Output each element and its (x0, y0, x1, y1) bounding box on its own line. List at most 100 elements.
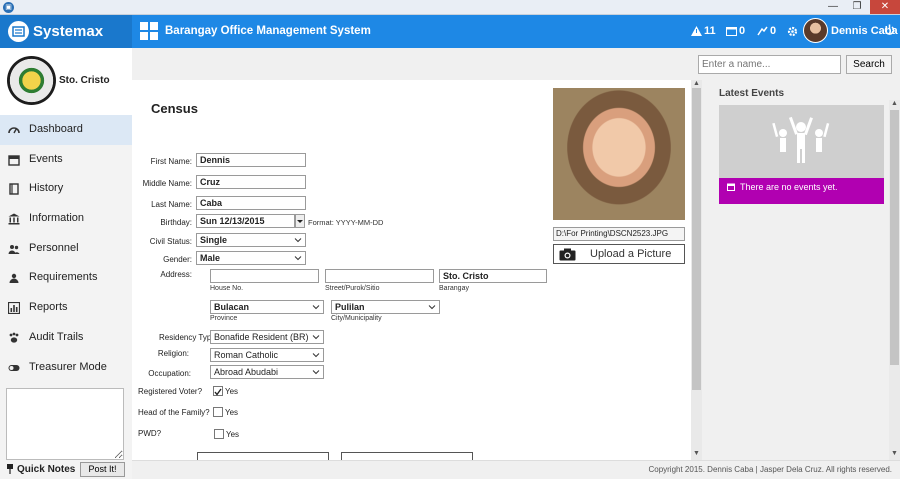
minimize-button[interactable]: — (822, 0, 844, 14)
users-icon (8, 244, 20, 254)
street-field[interactable] (325, 269, 434, 283)
search-button[interactable]: Search (846, 55, 892, 74)
sidebar-item-treasurer-mode[interactable]: Treasurer Mode (0, 353, 132, 383)
brand[interactable]: Systemax (0, 15, 132, 48)
form-section-box-left (197, 452, 329, 460)
system-title: Barangay Office Management System (165, 25, 371, 37)
sidebar-item-label: Personnel (29, 241, 79, 254)
checkmark-icon (214, 388, 222, 396)
head-of-family-label: Head of the Family? (138, 408, 210, 417)
photo-path-field[interactable]: D:\For Printing\DSCN2523.JPG (553, 227, 685, 241)
scroll-down-icon[interactable]: ▼ (890, 450, 899, 457)
sidebar-item-label: Requirements (29, 271, 98, 284)
crowd-icon (772, 116, 830, 163)
civil-status-label: Civil Status: (149, 237, 192, 246)
sidebar-item-label: History (29, 182, 64, 195)
alerts-indicator[interactable]: 11 (691, 25, 716, 37)
list-icon (9, 274, 19, 284)
address-label: Address: (160, 270, 192, 279)
systemax-logo-icon (8, 21, 29, 42)
chevron-down-icon (294, 256, 302, 261)
sidebar: Sto. Cristo Dashboard Events History Inf… (0, 48, 132, 479)
footer: Copyright 2015. Dennis Caba | Jasper Del… (132, 460, 900, 479)
calendar-icon (727, 183, 735, 191)
gear-icon[interactable] (787, 26, 798, 37)
sidebar-item-events[interactable]: Events (0, 145, 132, 175)
pwd-checkbox[interactable] (214, 429, 224, 439)
city-select[interactable]: Pulilan (331, 300, 440, 314)
no-events-notice: There are no events yet. (719, 178, 884, 204)
post-it-button[interactable]: Post It! (80, 462, 125, 477)
sidebar-item-reports[interactable]: Reports (0, 293, 132, 323)
power-icon[interactable] (884, 24, 895, 36)
search-input[interactable] (698, 55, 841, 74)
tasks-indicator[interactable]: 0 (757, 25, 776, 37)
bar-chart-icon (8, 302, 20, 315)
close-button[interactable]: ✕ (870, 0, 900, 14)
scroll-down-icon[interactable]: ▼ (692, 450, 701, 457)
sidebar-item-label: Treasurer Mode (29, 360, 107, 373)
sidebar-item-dashboard[interactable]: Dashboard (0, 115, 132, 145)
chevron-down-icon (428, 305, 436, 310)
events-scrollbar[interactable]: ▲ ▼ (889, 100, 900, 460)
house-no-field[interactable] (210, 269, 319, 283)
scroll-thumb[interactable] (890, 110, 899, 365)
camera-icon (559, 248, 576, 261)
barangay-name: Sto. Cristo (59, 75, 110, 86)
sidebar-item-information[interactable]: Information (0, 204, 132, 234)
upload-picture-button[interactable]: Upload a Picture (553, 244, 685, 264)
occupation-select[interactable]: Abroad Abudabi (210, 365, 324, 379)
residency-type-select[interactable]: Bonafide Resident (BR) (210, 330, 324, 344)
calendar-icon (8, 154, 20, 166)
religion-select[interactable]: Roman Catholic (210, 348, 324, 362)
pwd-yes: Yes (226, 430, 240, 439)
house-no-caption: House No. (210, 285, 244, 292)
sidebar-item-label: Reports (29, 301, 68, 314)
barangay-seal-logo (7, 56, 56, 105)
calendar-indicator[interactable]: 0 (726, 25, 745, 37)
sidebar-item-history[interactable]: History (0, 174, 132, 204)
content-scrollbar[interactable]: ▲ ▼ (691, 80, 702, 460)
sidebar-item-audit-trails[interactable]: Audit Trails (0, 323, 132, 353)
alerts-count: 11 (704, 25, 716, 37)
gender-select[interactable]: Male (196, 251, 306, 265)
quick-notes-input[interactable] (6, 388, 124, 460)
warning-icon (691, 26, 702, 36)
chevron-down-icon (312, 353, 320, 358)
residency-type-label: Residency Type: (159, 333, 218, 342)
sidebar-item-requirements[interactable]: Requirements (0, 263, 132, 293)
brand-name: Systemax (33, 23, 104, 40)
civil-status-select[interactable]: Single (196, 233, 306, 247)
middle-name-label: Middle Name: (142, 179, 192, 188)
scroll-up-icon[interactable]: ▲ (692, 80, 701, 87)
grid-icon[interactable] (140, 22, 158, 40)
birthday-label: Birthday: (160, 218, 192, 227)
chevron-down-icon (312, 335, 320, 340)
barangay-field[interactable]: Sto. Cristo (439, 269, 547, 283)
book-icon (9, 183, 19, 196)
middle-name-field[interactable]: Cruz (196, 175, 306, 189)
user-avatar[interactable] (803, 18, 828, 43)
first-name-label: First Name: (150, 157, 192, 166)
registered-voter-yes: Yes (225, 387, 239, 396)
sidebar-item-label: Events (29, 152, 63, 165)
barangay-caption: Barangay (439, 285, 469, 292)
toggle-icon (8, 364, 20, 371)
birthday-picker-button[interactable] (295, 214, 305, 228)
birthday-field[interactable]: Sun 12/13/2015 (196, 214, 295, 228)
sidebar-item-label: Dashboard (29, 123, 83, 135)
scroll-up-icon[interactable]: ▲ (890, 100, 899, 107)
scroll-thumb[interactable] (692, 88, 701, 390)
first-name-field[interactable]: Dennis (196, 153, 306, 167)
last-name-field[interactable]: Caba (196, 196, 306, 210)
occupation-label: Occupation: (148, 369, 191, 378)
religion-label: Religion: (157, 349, 189, 358)
tasks-count: 0 (770, 25, 777, 37)
paw-icon (9, 332, 19, 343)
registered-voter-checkbox[interactable] (213, 386, 223, 396)
restore-button[interactable]: ❐ (846, 0, 868, 14)
sidebar-item-label: Audit Trails (29, 330, 84, 343)
head-of-family-checkbox[interactable] (213, 407, 223, 417)
sidebar-item-personnel[interactable]: Personnel (0, 234, 132, 264)
province-select[interactable]: Bulacan (210, 300, 324, 314)
